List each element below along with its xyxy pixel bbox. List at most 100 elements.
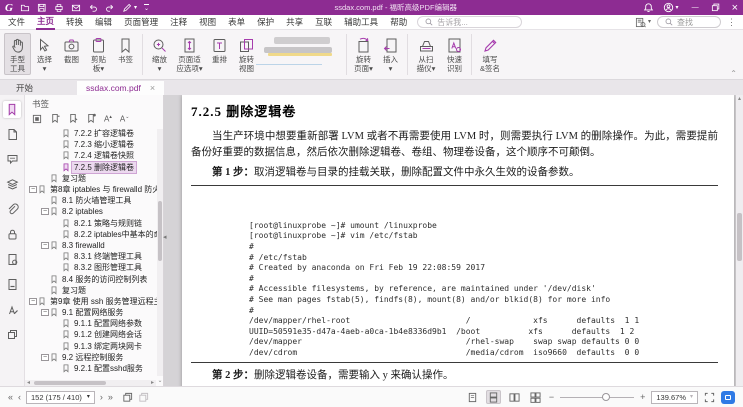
expand-toggle-icon[interactable] (41, 175, 49, 182)
scroll-up-icon[interactable]: ▴ (736, 96, 743, 102)
bookmark-tree-item[interactable]: 8.1 防火墙管理工具 (27, 195, 163, 206)
menu-item[interactable]: 注释 (169, 15, 188, 30)
expand-toggle-icon[interactable] (53, 365, 61, 372)
bookmark-button[interactable]: 书签 (112, 33, 139, 67)
expand-toggle-icon[interactable] (41, 276, 49, 283)
bookmark-tree-item[interactable]: 8.3.2 图形管理工具 (27, 262, 163, 273)
save-icon[interactable] (37, 3, 47, 13)
email-icon[interactable] (71, 3, 81, 13)
expand-toggle-icon[interactable] (53, 220, 61, 227)
collapse-ribbon-icon[interactable]: ⌃ (730, 69, 737, 78)
expand-toggle-icon[interactable]: − (41, 309, 49, 316)
menu-item[interactable]: 互联 (314, 15, 333, 30)
bookmark-tree-item[interactable]: − 9.2 远程控制服务 (27, 352, 163, 363)
next-page-button[interactable]: › (100, 393, 103, 402)
account-icon[interactable]: ▾ (663, 2, 679, 13)
layers-panel-button[interactable] (3, 176, 21, 193)
menu-item[interactable]: 视图 (198, 15, 217, 30)
menu-item[interactable]: 转换 (65, 15, 84, 30)
bookmark-tree-item[interactable]: 9.1.3 绑定两块网卡 (27, 341, 163, 352)
menu-item[interactable]: 共享 (285, 15, 304, 30)
rotate-pages-button[interactable]: 旋转页面▾ (350, 33, 377, 75)
quick-recognize-button[interactable]: 快速识别 (441, 33, 468, 75)
bookmark-tree-item[interactable]: 9.2.1 配置sshd服务 (27, 363, 163, 374)
close-tab-icon[interactable]: × (150, 83, 155, 93)
page-number-input[interactable]: 152 (175 / 410) ▾ (26, 391, 95, 404)
close-button[interactable]: × (732, 3, 738, 13)
zoom-out-button[interactable]: − (549, 393, 554, 402)
open-file-icon[interactable] (20, 3, 30, 13)
find-options-icon[interactable]: ▾ (635, 17, 651, 28)
reflow-button[interactable]: 重排 (206, 33, 233, 67)
next-view-icon[interactable] (138, 392, 149, 403)
from-scanner-button[interactable]: 从扫描仪▾ (411, 33, 441, 75)
expand-toggle-icon[interactable]: − (41, 242, 49, 249)
fit-page-options-button[interactable]: 页面适应选项▾ (173, 33, 206, 75)
menu-item[interactable]: 文件 (7, 15, 26, 30)
bookmark-settings-icon[interactable] (86, 113, 96, 124)
zoom-button[interactable]: 缩放▾ (146, 33, 173, 75)
bookmark-tree-item[interactable]: 8.3.1 终端管理工具 (27, 251, 163, 262)
bookmark-tree-item[interactable]: 7.2.5 删除逻辑卷 (27, 162, 163, 173)
expand-toggle-icon[interactable] (53, 141, 61, 148)
bookmark-tree-item[interactable]: − 第8章 iptables 与 firewalld 防火墙 (27, 184, 163, 195)
previous-page-button[interactable]: ‹ (18, 393, 21, 402)
clipboard-button[interactable]: 剪贴板▾ (85, 33, 112, 75)
expand-toggle-icon[interactable] (53, 331, 61, 338)
bookmark-tree-item[interactable]: 7.2.3 缩小逻辑卷 (27, 139, 163, 150)
bookmark-tree-item[interactable]: 8.2.1 策略与规则链 (27, 218, 163, 229)
expand-toggle-icon[interactable] (53, 164, 61, 171)
attachments-panel-button[interactable] (3, 201, 21, 218)
menu-item[interactable]: 帮助 (389, 15, 408, 30)
new-bookmark-icon[interactable] (50, 113, 60, 124)
menu-item[interactable]: 表单 (227, 15, 246, 30)
expand-toggle-icon[interactable]: − (41, 354, 49, 361)
expand-toggle-icon[interactable] (53, 343, 61, 350)
pdf-page[interactable]: 7.2.5 删除逻辑卷 当生产环境中想要重新部署 LVM 或者不再需要使用 LV… (182, 95, 734, 386)
tab-document[interactable]: ssdax.com.pdf × (77, 81, 164, 95)
snapshot-button[interactable]: 截图 (58, 33, 85, 67)
last-page-button[interactable]: » (108, 393, 113, 402)
bookmark-tree-item[interactable]: − 9.1 配置网络服务 (27, 307, 163, 318)
expand-toggle-icon[interactable]: − (29, 298, 37, 305)
expand-toggle-icon[interactable] (41, 287, 49, 294)
continuous-view-button[interactable] (486, 390, 501, 404)
document-vertical-scrollbar[interactable]: ▴ (736, 95, 743, 386)
menu-item[interactable]: 辅助工具 (343, 15, 379, 30)
notifications-bell-icon[interactable] (643, 2, 654, 13)
sidebar-horizontal-scrollbar[interactable]: ◂ ▸ (25, 380, 156, 386)
fields-panel-button[interactable] (3, 276, 21, 293)
expand-toggle-icon[interactable] (53, 152, 61, 159)
previous-view-icon[interactable] (122, 392, 133, 403)
security-panel-button[interactable] (3, 226, 21, 243)
expand-bookmarks-icon[interactable] (32, 114, 42, 124)
bookmark-tree-item[interactable]: 7.2.4 逻辑卷快照 (27, 150, 163, 161)
more-options-icon[interactable]: ⋮ (727, 17, 736, 28)
print-icon[interactable] (54, 3, 64, 13)
tags-panel-button[interactable] (3, 301, 21, 318)
next-bookmark-icon[interactable] (68, 113, 78, 124)
collapse-panel-handle[interactable]: ◂ (163, 233, 167, 241)
sidebar-vertical-scrollbar[interactable] (157, 129, 163, 376)
signatures-panel-button[interactable] (3, 251, 21, 268)
bookmark-tree-item[interactable]: − 8.3 firewalld (27, 240, 163, 251)
bookmark-tree-item[interactable]: 复习题 (27, 173, 163, 184)
expand-toggle-icon[interactable] (53, 231, 61, 238)
bookmark-tree-item[interactable]: 9.1.1 配置网络参数 (27, 318, 163, 329)
bookmark-tree-item[interactable]: 8.2.2 iptables中基本的命令 (27, 229, 163, 240)
menu-item[interactable]: 页面管理 (123, 15, 159, 30)
fullscreen-icon[interactable] (704, 392, 715, 403)
zoom-slider-thumb[interactable] (602, 393, 610, 401)
facing-view-button[interactable] (507, 390, 522, 404)
expand-toggle-icon[interactable]: − (41, 208, 49, 215)
bookmark-tree-item[interactable]: 9.1.2 创建网络会话 (27, 329, 163, 340)
redo-icon[interactable] (105, 3, 115, 13)
tab-start[interactable]: 开始 (2, 81, 47, 95)
menu-item[interactable]: 保护 (256, 15, 275, 30)
comments-panel-button[interactable] (3, 151, 21, 168)
tell-me-search[interactable]: 告诉我... (417, 16, 522, 28)
undo-icon[interactable] (88, 3, 98, 13)
pen-tool-icon[interactable]: ▾ (122, 3, 137, 13)
expand-toggle-icon[interactable] (53, 320, 61, 327)
smaller-text-icon[interactable]: A⌄ (120, 113, 130, 124)
